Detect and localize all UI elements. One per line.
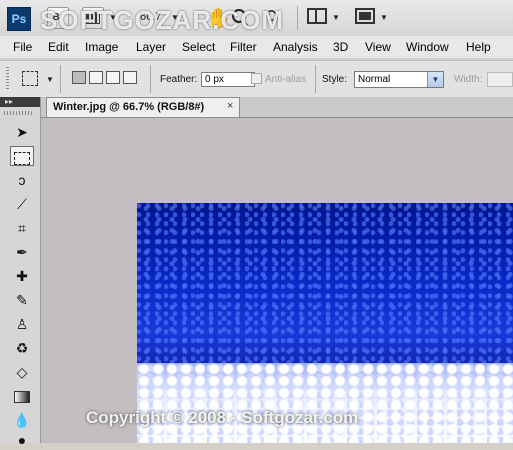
width-label: Width: (454, 74, 483, 85)
intersect-selection-button[interactable] (123, 71, 137, 84)
move-tool-icon[interactable]: ➤ (10, 122, 34, 142)
new-selection-button[interactable] (72, 71, 86, 84)
clone-stamp-tool-icon[interactable]: ♙ (10, 314, 34, 334)
style-value: Normal (358, 74, 391, 85)
menu-image[interactable]: Image (85, 40, 118, 54)
chevron-down-icon[interactable]: ▼ (427, 72, 443, 87)
document-title: Winter.jpg @ 66.7% (RGB/8#) (53, 101, 205, 113)
feather-input[interactable]: 0 px (201, 72, 255, 87)
menu-analysis[interactable]: Analysis (273, 40, 318, 54)
divider (150, 65, 151, 93)
document-canvas-area[interactable] (41, 118, 513, 443)
tools-panel: ▸▸ ➤ ↄ ⟋ ⌗ ✒ ✚ ✎ ♙ ♻ ◇ 💧 ● (0, 97, 41, 448)
divider (297, 6, 298, 30)
spot-healing-tool-icon[interactable]: ✚ (10, 266, 34, 286)
panel-grip[interactable] (4, 111, 34, 115)
menu-help[interactable]: Help (466, 40, 491, 54)
photoshop-logo: Ps (7, 7, 31, 31)
menu-file[interactable]: File (13, 40, 32, 54)
quick-selection-tool-icon[interactable]: ⟋ (10, 194, 34, 214)
menu-filter[interactable]: Filter (230, 40, 257, 54)
menu-bar: File Edit Image Layer Select Filter Anal… (0, 36, 513, 58)
watermark-logo: SOFTGOZAR.COM (40, 5, 285, 35)
gradient-tool-icon[interactable] (10, 386, 34, 406)
tool-preset-picker[interactable] (22, 71, 38, 86)
width-input (487, 72, 513, 87)
options-bar: ▼ Feather: 0 px Anti-alias Style: Normal… (0, 60, 513, 98)
menu-edit[interactable]: Edit (48, 40, 69, 54)
menu-window[interactable]: Window (406, 40, 449, 54)
divider (315, 65, 316, 93)
eraser-tool-icon[interactable]: ◇ (10, 362, 34, 382)
rectangular-marquee-tool-icon[interactable] (10, 146, 34, 166)
chevron-down-icon[interactable]: ▼ (380, 13, 388, 22)
blur-tool-icon[interactable]: 💧 (10, 410, 34, 430)
arrange-documents-icon[interactable] (307, 8, 327, 24)
menu-select[interactable]: Select (182, 40, 215, 54)
crop-tool-icon[interactable]: ⌗ (10, 218, 34, 238)
document-tab-bar: Winter.jpg @ 66.7% (RGB/8#) × (41, 97, 513, 118)
eyedropper-tool-icon[interactable]: ✒ (10, 242, 34, 262)
chevron-down-icon[interactable]: ▼ (332, 13, 340, 22)
menu-view[interactable]: View (365, 40, 391, 54)
winter-photo[interactable] (137, 203, 513, 443)
history-brush-tool-icon[interactable]: ♻ (10, 338, 34, 358)
snowy-treeline (137, 363, 513, 443)
brush-tool-icon[interactable]: ✎ (10, 290, 34, 310)
subtract-from-selection-button[interactable] (106, 71, 120, 84)
style-select[interactable]: Normal ▼ (354, 71, 444, 88)
chevron-down-icon[interactable]: ▼ (46, 75, 54, 84)
options-grip[interactable] (6, 67, 9, 91)
application-bar: Ps Br ▼ 66.7 ▼ ✋ ⟲ ▼ ▼ SOFTGOZAR.COM (0, 0, 513, 36)
feather-label: Feather: (160, 74, 198, 85)
copyright-watermark: Copyright © 2008 - Softgozar.com (86, 408, 359, 427)
document-tab[interactable]: Winter.jpg @ 66.7% (RGB/8#) × (46, 97, 240, 117)
add-to-selection-button[interactable] (89, 71, 103, 84)
dodge-tool-icon[interactable]: ● (10, 430, 34, 450)
divider (60, 65, 61, 93)
menu-layer[interactable]: Layer (136, 40, 166, 54)
collapse-panel-button[interactable]: ▸▸ (0, 97, 40, 107)
screen-mode-icon[interactable] (355, 8, 375, 24)
style-label: Style: (322, 74, 348, 85)
lasso-tool-icon[interactable]: ↄ (10, 170, 34, 190)
menu-3d[interactable]: 3D (333, 40, 348, 54)
antialias-checkbox (251, 73, 262, 84)
antialias-label: Anti-alias (265, 74, 307, 85)
close-icon[interactable]: × (227, 100, 233, 112)
